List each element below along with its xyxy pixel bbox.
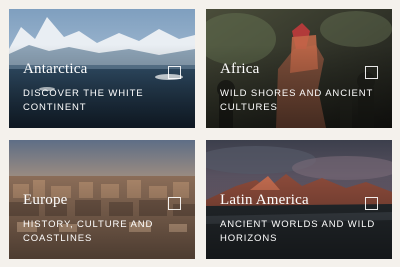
card-title: Latin America bbox=[220, 192, 309, 208]
select-checkbox[interactable] bbox=[365, 66, 378, 79]
card-title: Africa bbox=[220, 61, 260, 77]
select-checkbox[interactable] bbox=[168, 197, 181, 210]
card-subtitle: ANCIENT WORLDS AND WILD HORIZONS bbox=[220, 219, 376, 244]
destination-card-antarctica[interactable]: Antarctica DISCOVER THE WHITE CONTINENT bbox=[9, 9, 195, 128]
destination-card-latin-america[interactable]: Latin America ANCIENT WORLDS AND WILD HO… bbox=[206, 140, 392, 259]
card-subtitle: DISCOVER THE WHITE CONTINENT bbox=[23, 88, 144, 113]
card-subtitle: HISTORY, CULTURE AND COASTLINES bbox=[23, 219, 154, 244]
destination-card-europe[interactable]: Europe HISTORY, CULTURE AND COASTLINES bbox=[9, 140, 195, 259]
destination-grid: Antarctica DISCOVER THE WHITE CONTINENT bbox=[0, 0, 400, 267]
card-title: Antarctica bbox=[23, 61, 88, 77]
destination-card-africa[interactable]: Africa WILD SHORES AND ANCIENT CULTURES bbox=[206, 9, 392, 128]
select-checkbox[interactable] bbox=[365, 197, 378, 210]
card-title: Europe bbox=[23, 192, 68, 208]
card-subtitle: WILD SHORES AND ANCIENT CULTURES bbox=[220, 88, 374, 113]
select-checkbox[interactable] bbox=[168, 66, 181, 79]
